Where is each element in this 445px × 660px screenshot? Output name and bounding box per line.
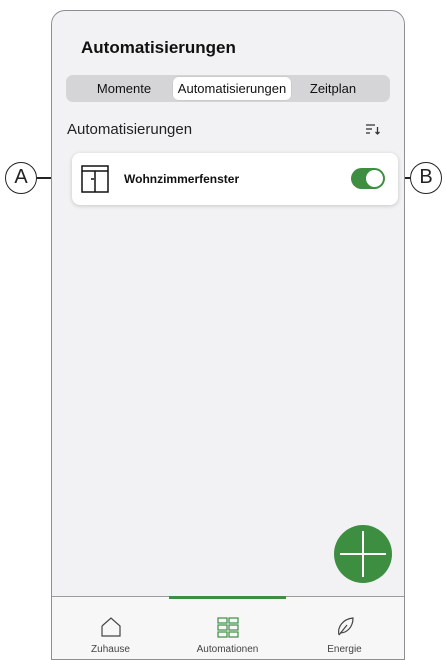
plus-icon xyxy=(340,531,386,577)
add-automation-button[interactable] xyxy=(334,525,392,583)
grid-icon xyxy=(217,617,239,638)
segment-zeitplan[interactable]: Zeitplan xyxy=(294,77,372,100)
segment-automatisierungen[interactable]: Automatisierungen xyxy=(173,77,291,100)
segment-momente[interactable]: Momente xyxy=(76,77,172,100)
tab-label-energie: Energie xyxy=(327,644,362,655)
page-title: Automatisierungen xyxy=(81,38,236,57)
window-icon xyxy=(81,165,109,193)
tab-zuhause[interactable]: Zuhause xyxy=(52,597,169,659)
segmented-control: Momente Automatisierungen Zeitplan xyxy=(66,75,390,102)
tab-energie[interactable]: Energie xyxy=(286,597,403,659)
home-icon xyxy=(101,617,121,637)
callout-b: B xyxy=(410,162,442,194)
phone-screen: Automatisierungen Momente Automatisierun… xyxy=(51,10,405,660)
callout-a: A xyxy=(5,162,37,194)
leaf-icon xyxy=(338,617,354,636)
sort-icon[interactable] xyxy=(365,121,381,137)
tab-label-automationen: Automationen xyxy=(196,644,259,655)
section-title: Automatisierungen xyxy=(67,121,193,138)
tab-bar: Zuhause Automationen Energie xyxy=(52,596,404,659)
tab-automationen[interactable]: Automationen xyxy=(169,596,286,659)
automation-card[interactable]: Wohnzimmerfenster xyxy=(72,153,398,205)
tab-label-zuhause: Zuhause xyxy=(91,644,130,655)
automation-name: Wohnzimmerfenster xyxy=(124,172,240,186)
toggle-knob xyxy=(366,170,383,187)
automation-toggle[interactable] xyxy=(351,168,385,189)
